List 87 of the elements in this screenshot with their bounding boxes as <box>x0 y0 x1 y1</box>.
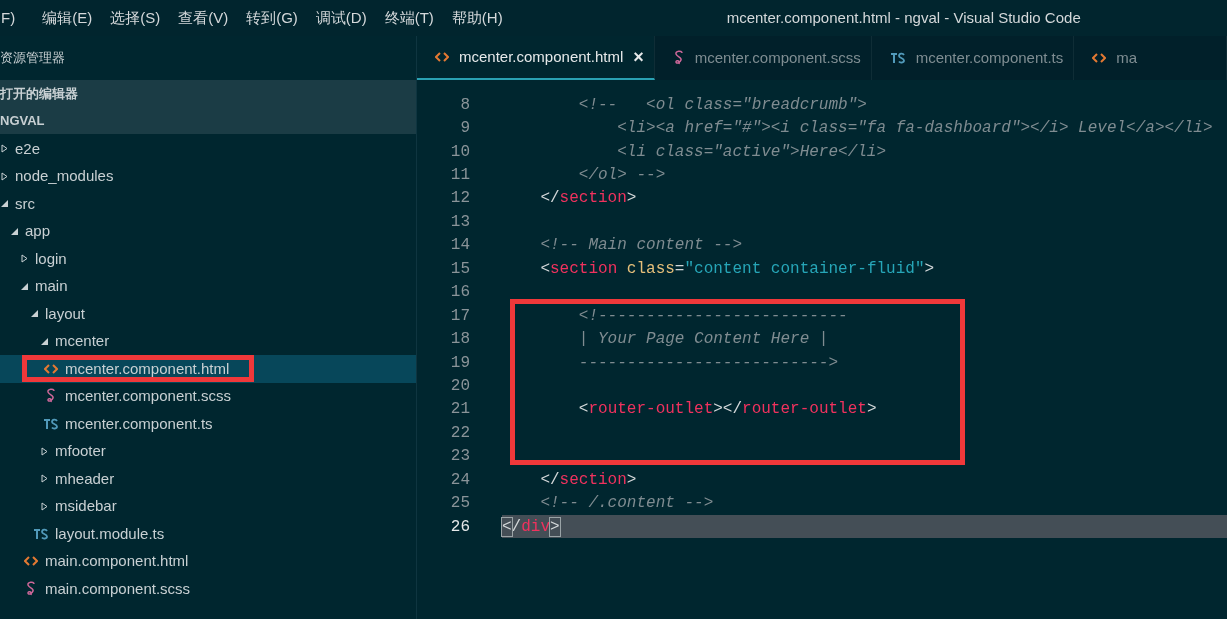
code-brackets-icon <box>1092 52 1107 64</box>
code-brackets-icon <box>23 555 38 568</box>
code-line: <!-- Main content --> <box>539 235 743 257</box>
line-number: 8 <box>459 94 470 116</box>
menu-item[interactable]: 选择(S) <box>101 6 170 30</box>
editor-tab[interactable]: ma <box>1074 36 1227 80</box>
collapsed-triangle-icon <box>1 144 8 154</box>
line-number: 20 <box>449 375 470 397</box>
menu-item[interactable]: 帮助(H) <box>442 6 512 30</box>
code-line: </section> <box>539 469 637 491</box>
line-number: 23 <box>449 446 470 468</box>
line-number: 10 <box>449 141 470 163</box>
folder-item[interactable]: login <box>0 245 416 273</box>
collapsed-triangle-icon <box>21 254 28 264</box>
code-brackets-icon <box>43 362 58 375</box>
code-line: </section> <box>539 188 637 210</box>
folder-item[interactable]: src <box>0 190 416 218</box>
line-number: 16 <box>449 282 470 304</box>
section-header[interactable]: NGVAL <box>0 107 416 134</box>
typescript-icon <box>889 52 906 64</box>
folder-item[interactable]: node_modules <box>0 162 416 190</box>
sass-icon <box>672 50 685 66</box>
collapsed-triangle-icon <box>1 171 8 181</box>
menu-item[interactable]: 转到(G) <box>237 6 307 30</box>
line-number: 15 <box>449 258 470 280</box>
line-number: 9 <box>459 118 470 140</box>
line-number: 17 <box>449 305 470 327</box>
folder-item[interactable]: mcenter <box>0 327 416 355</box>
line-number: 21 <box>449 399 470 421</box>
typescript-icon <box>42 417 59 430</box>
close-icon[interactable]: × <box>633 43 644 71</box>
folder-item[interactable]: e2e <box>0 135 416 163</box>
code-brackets-icon <box>435 51 449 63</box>
line-number: 11 <box>449 165 470 187</box>
line-number: 19 <box>449 352 470 374</box>
sass-icon <box>24 580 37 597</box>
folder-item[interactable]: msidebar <box>0 492 416 520</box>
menu-item[interactable]: F) <box>0 6 34 30</box>
collapsed-triangle-icon <box>41 474 48 484</box>
code-line: <!-------------------------- <box>577 305 848 327</box>
line-number: 22 <box>449 422 470 444</box>
expanded-triangle-icon <box>11 227 18 235</box>
menu-item[interactable]: 终端(T) <box>375 6 443 30</box>
collapsed-triangle-icon <box>41 446 48 456</box>
expanded-triangle-icon <box>21 282 28 290</box>
file-item[interactable]: mcenter.component.ts <box>0 410 416 438</box>
code-line: | Your Page Content Here | <box>577 329 829 351</box>
code-line: <section class="content container-fluid"> <box>539 258 935 280</box>
editor-tab[interactable]: mcenter.component.scss <box>654 36 872 80</box>
menu-item[interactable]: 查看(V) <box>169 6 238 30</box>
menu-item[interactable]: 编辑(E) <box>33 6 102 30</box>
expanded-triangle-icon <box>31 310 38 318</box>
code-line: <!-- /.content --> <box>539 493 714 515</box>
folder-item[interactable]: main <box>0 272 416 300</box>
code-line: <router-outlet></router-outlet> <box>577 399 877 421</box>
typescript-icon <box>32 527 49 540</box>
file-item[interactable]: layout.module.ts <box>0 520 416 548</box>
expanded-triangle-icon <box>41 337 48 345</box>
code-line: </div> <box>502 516 560 538</box>
code-line: <li><a href="#"><i class="fa fa-dashboard"></i> Level</a></li> <box>616 118 1213 140</box>
line-number: 26 <box>449 516 470 538</box>
expanded-triangle-icon <box>1 200 8 208</box>
window-title: mcenter.component.html - ngval - Visual Studio Code <box>726 7 1081 28</box>
folder-item[interactable]: mheader <box>0 465 416 493</box>
line-number: 12 <box>449 188 470 210</box>
line-number: 25 <box>449 493 470 515</box>
section-header[interactable]: 打开的编辑器 <box>0 80 416 107</box>
code-line: </ol> --> <box>577 165 666 187</box>
line-number: 24 <box>449 469 470 491</box>
file-item[interactable]: main.component.scss <box>0 575 416 603</box>
menu-item[interactable]: 调试(D) <box>306 6 376 30</box>
code-line: <!-- <ol class="breadcrumb"> <box>577 94 867 116</box>
folder-item[interactable]: app <box>0 217 416 245</box>
file-item[interactable]: main.component.html <box>0 547 416 575</box>
line-number: 13 <box>449 211 470 233</box>
folder-item[interactable]: mfooter <box>0 437 416 465</box>
code-line: <li class="active">Here</li> <box>616 141 887 163</box>
editor-tab[interactable]: mcenter.component.ts <box>871 36 1075 80</box>
code-line: --------------------------> <box>577 352 839 374</box>
sass-icon <box>44 388 57 405</box>
sidebar-title: 资源管理器 <box>0 49 65 68</box>
editor-tab[interactable]: mcenter.component.html × <box>417 36 655 80</box>
line-number: 14 <box>449 235 470 257</box>
collapsed-triangle-icon <box>41 501 48 511</box>
line-number: 18 <box>449 329 470 351</box>
folder-item[interactable]: layout <box>0 300 416 328</box>
file-item[interactable]: mcenter.component.scss <box>0 382 416 410</box>
